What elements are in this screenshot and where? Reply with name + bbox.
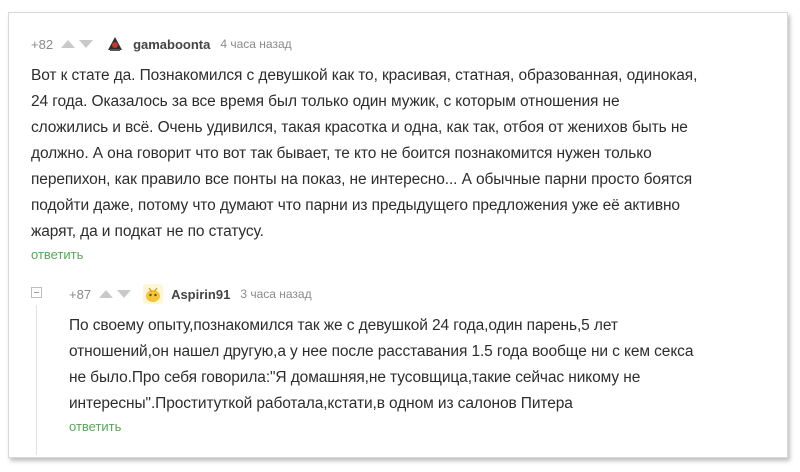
collapse-icon[interactable] <box>31 287 42 298</box>
reply-link[interactable]: ответить <box>69 419 121 434</box>
comments-panel: +82 gamaboonta 4 часа назад Вот к стате … <box>8 12 788 458</box>
comment-line: Вот к стате да. Познакомился с девушкой … <box>31 67 698 84</box>
avatar[interactable] <box>143 284 164 304</box>
comment-line: сложились и всё. Очень удивился, такая к… <box>31 119 688 136</box>
comment-line: отношений,он нашел другую,а у нее после … <box>69 343 694 360</box>
comment-header: +82 gamaboonta 4 часа назад <box>31 33 771 55</box>
comment-body: По своему опыту,познакомился так же с де… <box>69 313 769 417</box>
comment-time: 3 часа назад <box>240 287 312 301</box>
comment-rating: +82 <box>31 36 54 52</box>
comment-line: перепихон, как правило все понты на пока… <box>31 171 693 188</box>
comment-line: жарят, да и подкат не по статусу. <box>31 223 264 240</box>
comment-line: подойти даже, потому что думают что парн… <box>31 197 680 214</box>
comment-time: 4 часа назад <box>220 37 292 51</box>
avatar[interactable] <box>105 34 126 54</box>
comment: +82 gamaboonta 4 часа назад Вот к стате … <box>31 33 771 264</box>
downvote-icon[interactable] <box>117 290 132 298</box>
comment-line: должно. А она говорит что вот так бывает… <box>31 145 652 162</box>
downvote-icon[interactable] <box>79 40 94 48</box>
upvote-icon[interactable] <box>99 290 114 298</box>
comment-line: 24 года. Оказалось за все время был толь… <box>31 93 620 110</box>
comment-line: По своему опыту,познакомился так же с де… <box>69 317 618 334</box>
comment-line: не было.Про себя говорила:"Я домашняя,не… <box>69 369 641 386</box>
comment-body: Вот к стате да. Познакомился с девушкой … <box>31 63 771 245</box>
username[interactable]: gamaboonta <box>133 37 210 52</box>
username[interactable]: Aspirin91 <box>171 287 230 302</box>
upvote-icon[interactable] <box>61 40 76 48</box>
thread-line <box>36 305 37 455</box>
comment-header: +87 Aspirin91 3 часа назад <box>69 283 769 305</box>
comment-rating: +87 <box>69 286 92 302</box>
comment-line: интересны".Проституткой работала,кстати,… <box>69 395 573 412</box>
reply-link[interactable]: ответить <box>31 247 83 262</box>
